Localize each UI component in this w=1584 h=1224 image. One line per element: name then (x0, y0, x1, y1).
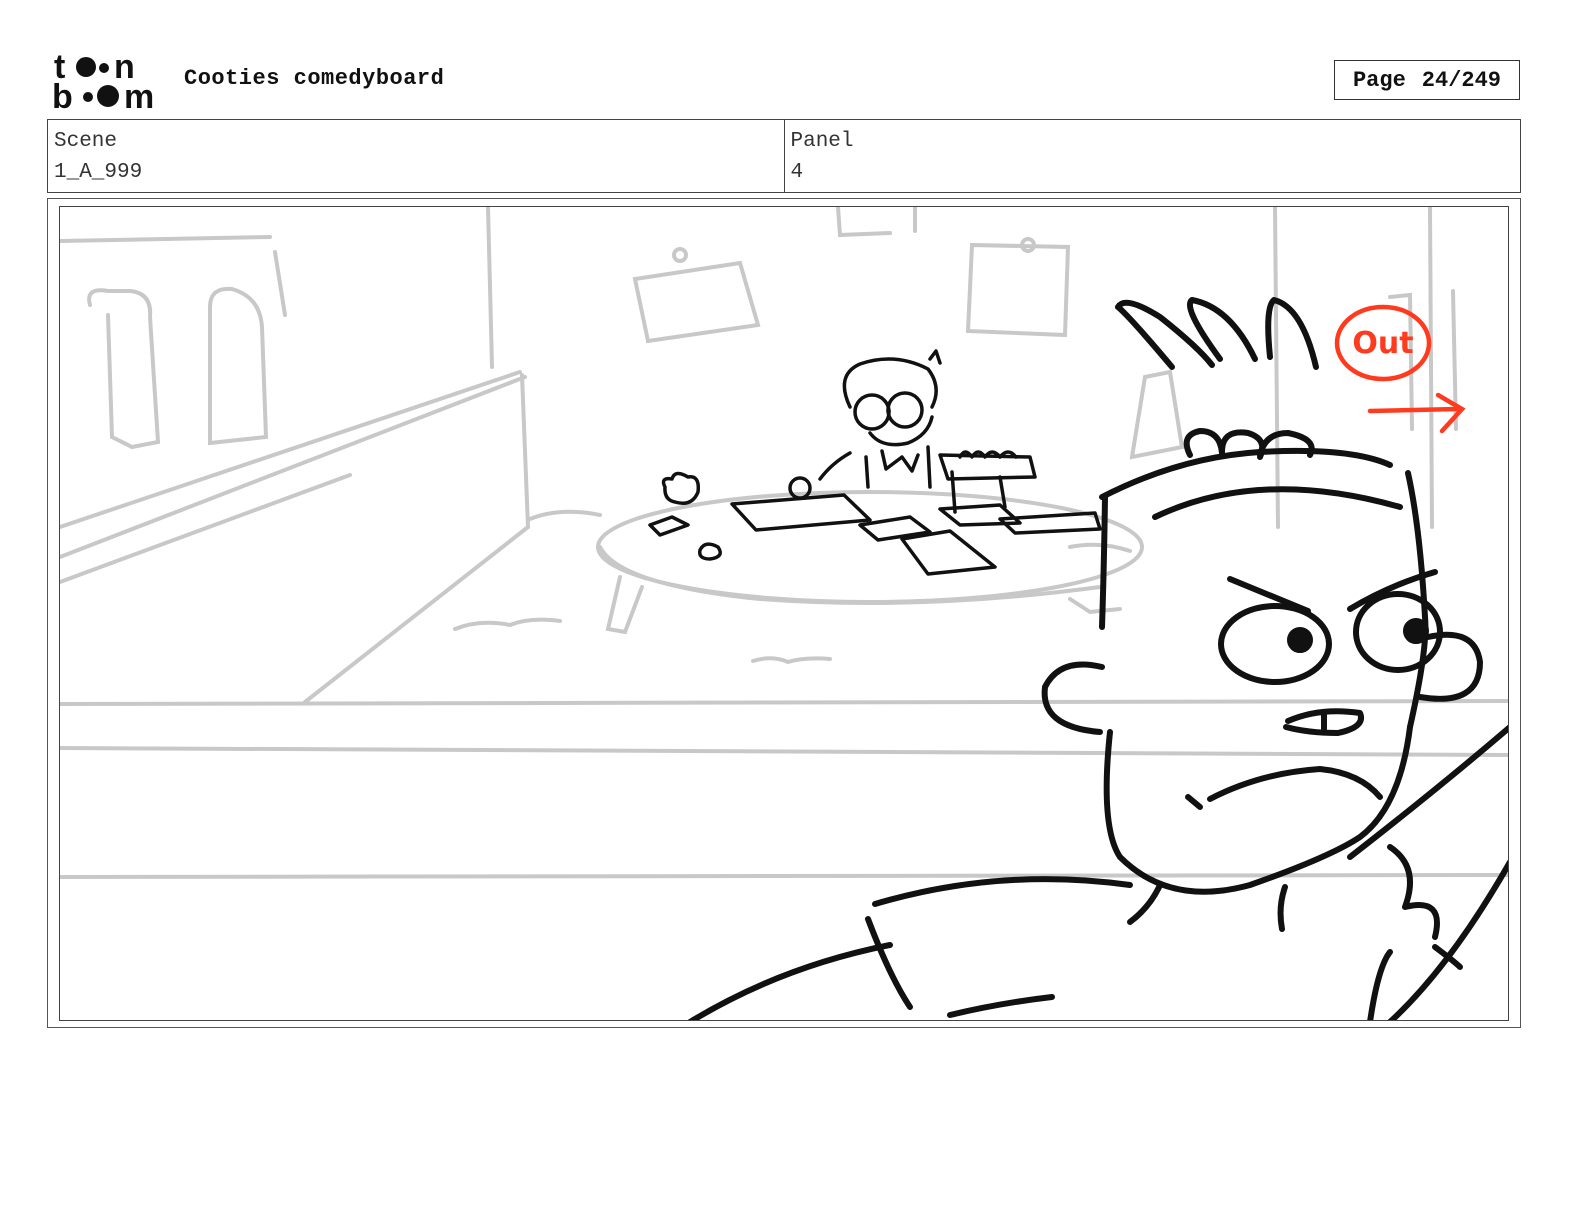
sketch-illustration: Out (60, 207, 1508, 1020)
storyboard-drawing: Out (59, 206, 1509, 1021)
scene-panel-info: Scene 1_A_999 Panel 4 (47, 119, 1521, 193)
page-indicator: Page 24/249 (1334, 60, 1520, 100)
scene-value: 1_A_999 (54, 161, 143, 184)
page-number: 24/249 (1421, 67, 1502, 93)
out-annotation-text: Out (1352, 326, 1413, 361)
scene-cell: Scene 1_A_999 (48, 120, 784, 192)
foreground-character-sketch (687, 297, 1508, 1020)
toon-boom-logo: t n b m (52, 50, 154, 112)
document-title: Cooties comedyboard (184, 66, 445, 91)
svg-text:b: b (52, 78, 73, 112)
seated-character-sketch (648, 349, 1102, 576)
panel-label: Panel (790, 130, 854, 153)
scene-label: Scene (54, 130, 118, 153)
panel-value: 4 (790, 161, 804, 184)
panel-cell: Panel 4 (783, 120, 1521, 192)
svg-text:m: m (124, 78, 154, 112)
page-label: Page (1352, 67, 1406, 93)
